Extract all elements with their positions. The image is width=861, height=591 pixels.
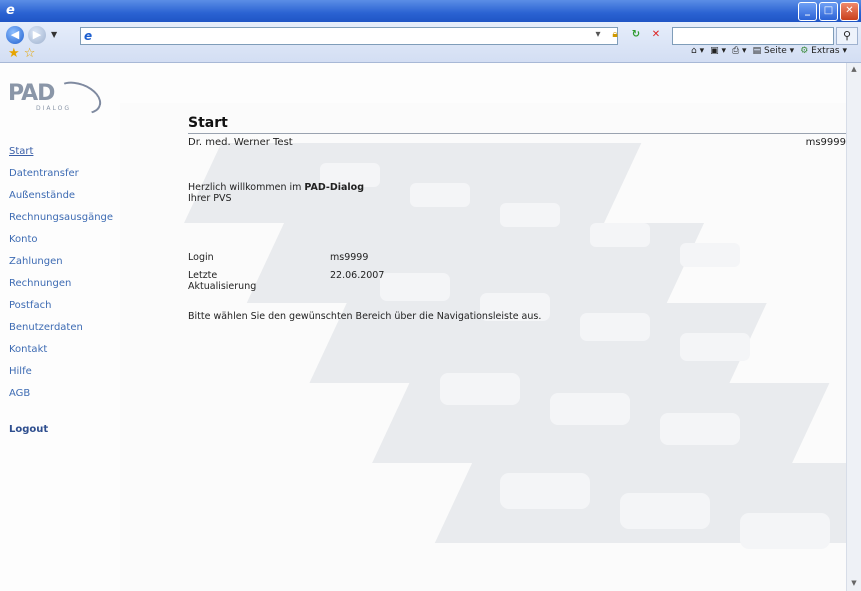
tools-menu-label: Extras: [811, 46, 840, 56]
history-dropdown-icon[interactable]: ▼: [51, 30, 57, 39]
page-menu-icon: ▤: [752, 46, 762, 56]
page-viewport: PAD DIALOG Start Datentransfer Außenstän…: [0, 63, 847, 591]
welcome-message: Herzlich willkommen im PAD-Dialog Ihrer …: [188, 182, 364, 204]
nav-item-kontakt[interactable]: Kontakt: [9, 343, 113, 365]
user-id: ms9999: [805, 137, 846, 148]
tools-gear-icon: ⚙: [800, 46, 809, 56]
background-photo: [120, 103, 847, 591]
logout-link[interactable]: Logout: [9, 423, 113, 445]
nav-item-benutzerdaten[interactable]: Benutzerdaten: [9, 321, 113, 343]
pad-dialog-logo: PAD DIALOG: [8, 75, 106, 121]
favorites-star-icon[interactable]: ★: [8, 46, 20, 61]
page-title: Start: [188, 115, 228, 131]
logo-brand: PAD: [8, 81, 55, 106]
welcome-prefix: Herzlich willkommen im: [188, 182, 305, 193]
search-input[interactable]: [672, 27, 834, 45]
forward-arrow-icon[interactable]: ▶: [28, 26, 46, 44]
window-titlebar: e _ □ ✕: [0, 0, 861, 22]
nav-item-postfach[interactable]: Postfach: [9, 299, 113, 321]
sidebar-navigation: Start Datentransfer Außenstände Rechnung…: [9, 145, 113, 445]
address-bar[interactable]: e: [80, 27, 618, 45]
print-icon[interactable]: ⎙ ▾: [732, 46, 747, 56]
title-divider: [188, 133, 846, 134]
nav-item-aussenstaende[interactable]: Außenstände: [9, 189, 113, 211]
command-bar: ⌂ ▾ ▣ ▾ ⎙ ▾ ▤ Seite ▾ ⚙ Extras ▾: [691, 46, 847, 56]
main-content: Start Dr. med. Werner Test ms9999 Herzli…: [188, 115, 846, 322]
ie-app-icon: e: [6, 3, 15, 18]
scroll-up-icon[interactable]: ▲: [849, 65, 859, 75]
page-icon: e: [84, 29, 93, 43]
add-favorites-icon[interactable]: ☆: [24, 46, 36, 61]
logo-sub: DIALOG: [36, 105, 71, 112]
refresh-icon[interactable]: ↻: [628, 27, 644, 43]
tools-menu[interactable]: ⚙ Extras ▾: [800, 46, 847, 56]
back-arrow-icon[interactable]: ◀: [6, 26, 24, 44]
info-value-last-update: 22.06.2007: [330, 270, 385, 281]
nav-item-rechnungsausgaenge[interactable]: Rechnungsausgänge: [9, 211, 113, 233]
stop-icon[interactable]: ✕: [648, 27, 664, 43]
nav-item-hilfe[interactable]: Hilfe: [9, 365, 113, 387]
nav-item-zahlungen[interactable]: Zahlungen: [9, 255, 113, 277]
welcome-line2: Ihrer PVS: [188, 193, 232, 204]
info-label-login: Login: [188, 252, 214, 263]
window-controls: _ □ ✕: [798, 2, 859, 21]
info-value-login: ms9999: [330, 252, 369, 263]
nav-item-agb[interactable]: AGB: [9, 387, 113, 409]
page-menu-label: Seite: [763, 46, 787, 56]
minimize-button[interactable]: _: [798, 2, 817, 21]
search-icon[interactable]: ⚲: [836, 27, 858, 45]
welcome-brand: PAD-Dialog: [304, 182, 364, 193]
logo-arc: [50, 75, 106, 121]
scroll-down-icon[interactable]: ▼: [849, 579, 859, 589]
favorites-toolbar: ★ ☆: [8, 46, 35, 61]
vertical-scrollbar[interactable]: ▲ ▼: [846, 63, 861, 591]
browser-toolbar: ◀ ▶ ▼ e ▾ 🔒︎ ↻ ✕ ⚲ ★ ☆ ⌂ ▾ ▣ ▾ ⎙ ▾ ▤ Sei…: [0, 22, 861, 63]
close-button[interactable]: ✕: [840, 2, 859, 21]
nav-item-rechnungen[interactable]: Rechnungen: [9, 277, 113, 299]
address-dropdown-icon[interactable]: ▾: [590, 27, 606, 43]
nav-item-start[interactable]: Start: [9, 145, 113, 167]
doctor-name: Dr. med. Werner Test: [188, 137, 293, 148]
nav-item-konto[interactable]: Konto: [9, 233, 113, 255]
feeds-icon[interactable]: ▣ ▾: [710, 46, 726, 56]
info-label-last-update: Letzte Aktualisierung: [188, 270, 257, 292]
home-icon[interactable]: ⌂ ▾: [691, 46, 704, 56]
lock-icon[interactable]: 🔒︎: [607, 27, 623, 43]
navigation-hint: Bitte wählen Sie den gewünschten Bereich…: [188, 311, 542, 322]
nav-item-datentransfer[interactable]: Datentransfer: [9, 167, 113, 189]
maximize-button[interactable]: □: [819, 2, 838, 21]
page-menu[interactable]: ▤ Seite ▾: [753, 46, 795, 56]
